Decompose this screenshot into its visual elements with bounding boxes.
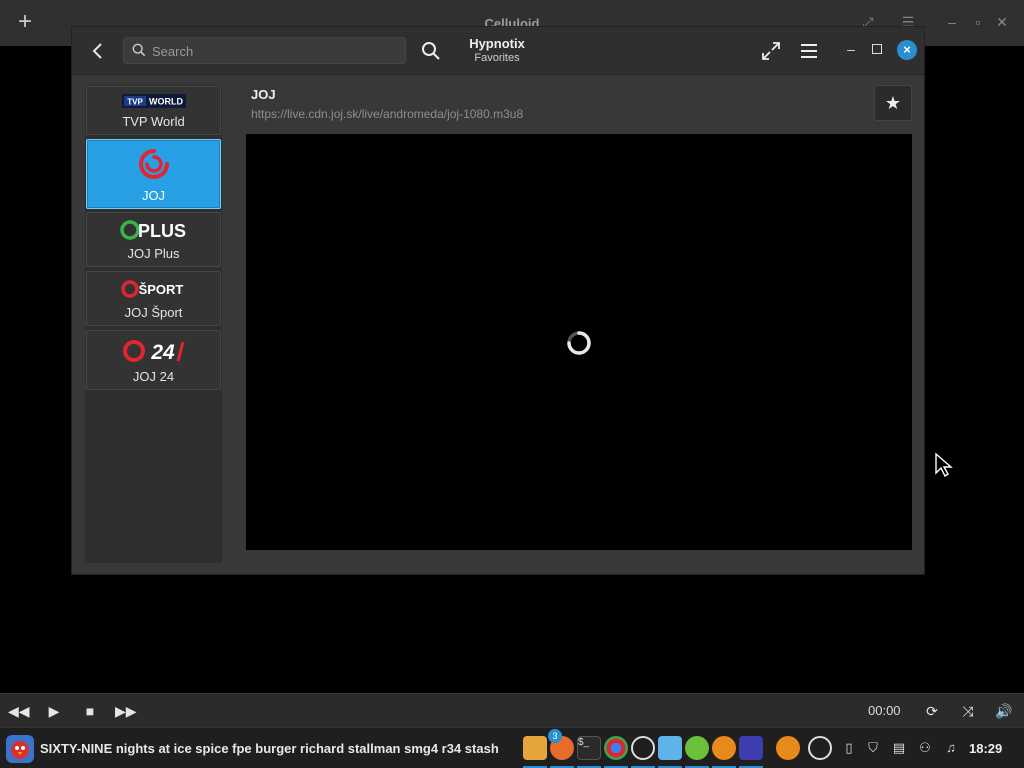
joj-sport-logo: ŠPORT [87,279,220,299]
angry-bird-app-icon[interactable] [6,735,34,763]
favorite-button[interactable]: ★ [874,85,912,121]
mouse-cursor-icon [935,452,953,478]
taskbar: SIXTY-NINE nights at ice spice fpe burge… [0,727,1024,768]
window-subtitle: Favorites [474,52,520,64]
star-icon: ★ [884,93,902,113]
chevron-left-icon [92,43,102,59]
channel-name: TVP World [122,114,185,129]
close-button[interactable]: × [897,40,917,60]
close-icon[interactable]: ✕ [992,12,1012,32]
obs-tray-icon[interactable] [808,736,832,760]
tvp-world-logo: TVP WORLD [87,94,220,108]
video-player-app-icon[interactable] [739,736,763,760]
files-icon[interactable] [523,736,547,760]
notification-badge: 3 [548,729,562,743]
time-display: 00:00 [868,703,901,718]
forward-icon[interactable]: ▶▶ [115,701,137,721]
x-tray-icon[interactable] [776,736,800,760]
search-input[interactable] [152,41,392,61]
shuffle-icon[interactable]: ⤨ [958,701,978,721]
shield-icon[interactable]: ⛉ [865,740,881,756]
updates-icon[interactable]: ▤ [891,740,907,756]
search-icon [132,43,146,57]
obs-icon[interactable] [631,736,655,760]
back-button[interactable] [86,39,110,63]
current-channel-title: JOJ [251,87,276,102]
channel-list: TVP WORLD TVP World JOJ PLUS JOJ Plus ŠP… [85,85,222,563]
search-button[interactable] [420,40,442,62]
n24-logo-text: 24 [150,341,175,364]
volume-icon[interactable]: 🔊 [994,701,1014,721]
play-icon[interactable]: ▶ [44,701,64,721]
network-icon[interactable]: ⚇ [917,740,933,756]
maximize-icon[interactable]: ▫ [968,12,988,32]
maximize-button[interactable] [872,44,882,54]
clipboard-icon[interactable]: ▯ [841,740,857,756]
tvp-logo-text: TVP [127,98,143,107]
plus-logo-text: PLUS [137,221,185,241]
hypnotix-header: Hypnotix Favorites – × [72,27,924,75]
terminal-icon[interactable]: $_ [577,736,601,760]
puzzle-app-icon[interactable] [658,736,682,760]
clock: 18:29 [969,741,1003,756]
sound-icon[interactable]: ♫ [943,740,959,756]
world-logo-text: WORLD [149,97,183,107]
hamburger-menu-button[interactable] [799,40,819,62]
video-player[interactable] [246,134,912,550]
channel-name: JOJ [141,188,166,203]
joj-24-logo: 24 [87,338,220,364]
channel-item-joj-24[interactable]: 24 JOJ 24 [86,330,221,390]
rewind-icon[interactable]: ◀◀ [8,701,30,721]
channel-name: JOJ Plus [127,246,180,261]
minimize-button[interactable]: – [844,41,858,61]
fullscreen-button[interactable] [760,40,782,62]
stream-url: https://live.cdn.joj.sk/live/andromeda/j… [251,107,524,121]
window-title: Hypnotix [469,36,525,51]
channel-item-joj-plus[interactable]: PLUS JOJ Plus [86,212,221,267]
joj-logo [87,148,220,180]
channel-item-joj-sport[interactable]: ŠPORT JOJ Šport [86,271,221,326]
grid-app-icon[interactable] [685,736,709,760]
channel-item-joj[interactable]: JOJ [86,139,221,209]
search-field[interactable] [123,37,406,64]
joj-plus-logo: PLUS [87,219,220,241]
minimize-icon[interactable]: – [942,12,962,32]
channel-item-tvp-world[interactable]: TVP WORLD TVP World [86,86,221,135]
channel-name: JOJ Šport [124,305,183,320]
active-window-title[interactable]: SIXTY-NINE nights at ice spice fpe burge… [40,741,499,756]
stop-icon[interactable]: ■ [80,701,100,721]
hypnotix-window: Hypnotix Favorites – × TVP WORLD TVP Wor… [72,27,924,574]
x-app-icon[interactable] [712,736,736,760]
channel-name: JOJ 24 [132,369,175,384]
sport-logo-text: ŠPORT [138,282,183,297]
player-controls: ◀◀ ▶ ■ ▶▶ 00:00 ⟳ ⤨ 🔊 [0,693,1024,727]
loading-spinner-icon [567,331,591,355]
repeat-icon[interactable]: ⟳ [922,701,942,721]
chrome-icon[interactable] [604,736,628,760]
